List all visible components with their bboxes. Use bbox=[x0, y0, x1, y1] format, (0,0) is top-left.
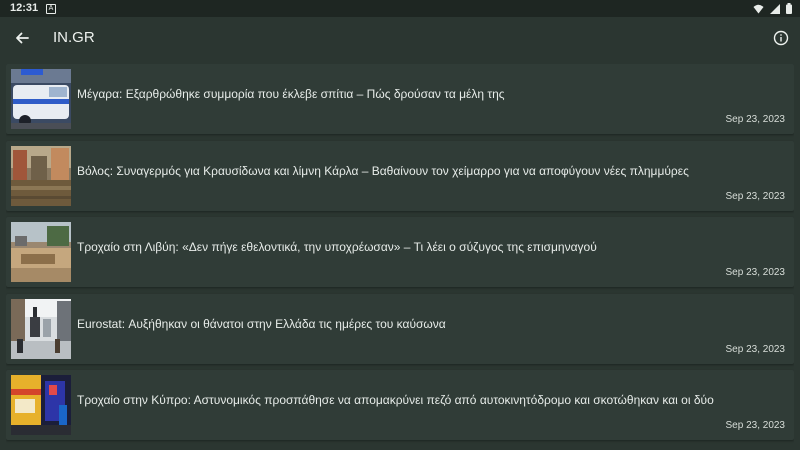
article-thumbnail bbox=[11, 298, 71, 359]
article-card[interactable]: Τροχαίο στην Κύπρο: Αστυνομικός προσπάθη… bbox=[6, 370, 794, 440]
article-thumbnail bbox=[11, 69, 71, 129]
wifi-icon bbox=[753, 4, 764, 13]
signal-icon bbox=[770, 3, 780, 14]
article-date: Sep 23, 2023 bbox=[725, 420, 786, 431]
info-circle-icon[interactable] bbox=[772, 29, 790, 47]
app-bar: IN.GR bbox=[0, 17, 800, 59]
article-headline: Τροχαίο στην Κύπρο: Αστυνομικός προσπάθη… bbox=[77, 393, 714, 407]
article-date: Sep 23, 2023 bbox=[725, 343, 786, 355]
article-thumbnail bbox=[11, 222, 71, 282]
article-headline: Μέγαρα: Εξαρθρώθηκε συμμορία που έκλεβε … bbox=[77, 87, 505, 101]
article-card[interactable]: Eurostat: Αυξήθηκαν οι θάνατοι στην Ελλά… bbox=[6, 293, 794, 364]
article-thumbnail bbox=[11, 375, 71, 435]
status-bar: 12:31 A bbox=[0, 0, 800, 17]
system-icons bbox=[753, 3, 792, 14]
notification-icon: A bbox=[46, 4, 56, 14]
article-card[interactable]: Βόλος: Συναγερμός για Κραυσίδωνα και λίμ… bbox=[6, 140, 794, 211]
app-title: IN.GR bbox=[53, 29, 95, 46]
article-headline: Βόλος: Συναγερμός για Κραυσίδωνα και λίμ… bbox=[77, 163, 689, 178]
article-card[interactable]: Τροχαίο στη Λιβύη: «Δεν πήγε εθελοντικά,… bbox=[6, 217, 794, 287]
article-date: Sep 23, 2023 bbox=[725, 267, 786, 278]
article-date: Sep 23, 2023 bbox=[725, 190, 786, 202]
article-list: Μέγαρα: Εξαρθρώθηκε συμμορία που έκλεβε … bbox=[6, 64, 794, 450]
article-headline: Τροχαίο στη Λιβύη: «Δεν πήγε εθελοντικά,… bbox=[77, 240, 597, 254]
battery-icon bbox=[786, 3, 792, 14]
arrow-left-icon[interactable] bbox=[12, 28, 32, 48]
article-date: Sep 23, 2023 bbox=[725, 114, 786, 125]
article-headline: Eurostat: Αυξήθηκαν οι θάνατοι στην Ελλά… bbox=[77, 316, 446, 331]
article-card[interactable]: Μέγαρα: Εξαρθρώθηκε συμμορία που έκλεβε … bbox=[6, 64, 794, 134]
article-thumbnail bbox=[11, 145, 71, 206]
status-time: 12:31 bbox=[10, 2, 39, 14]
